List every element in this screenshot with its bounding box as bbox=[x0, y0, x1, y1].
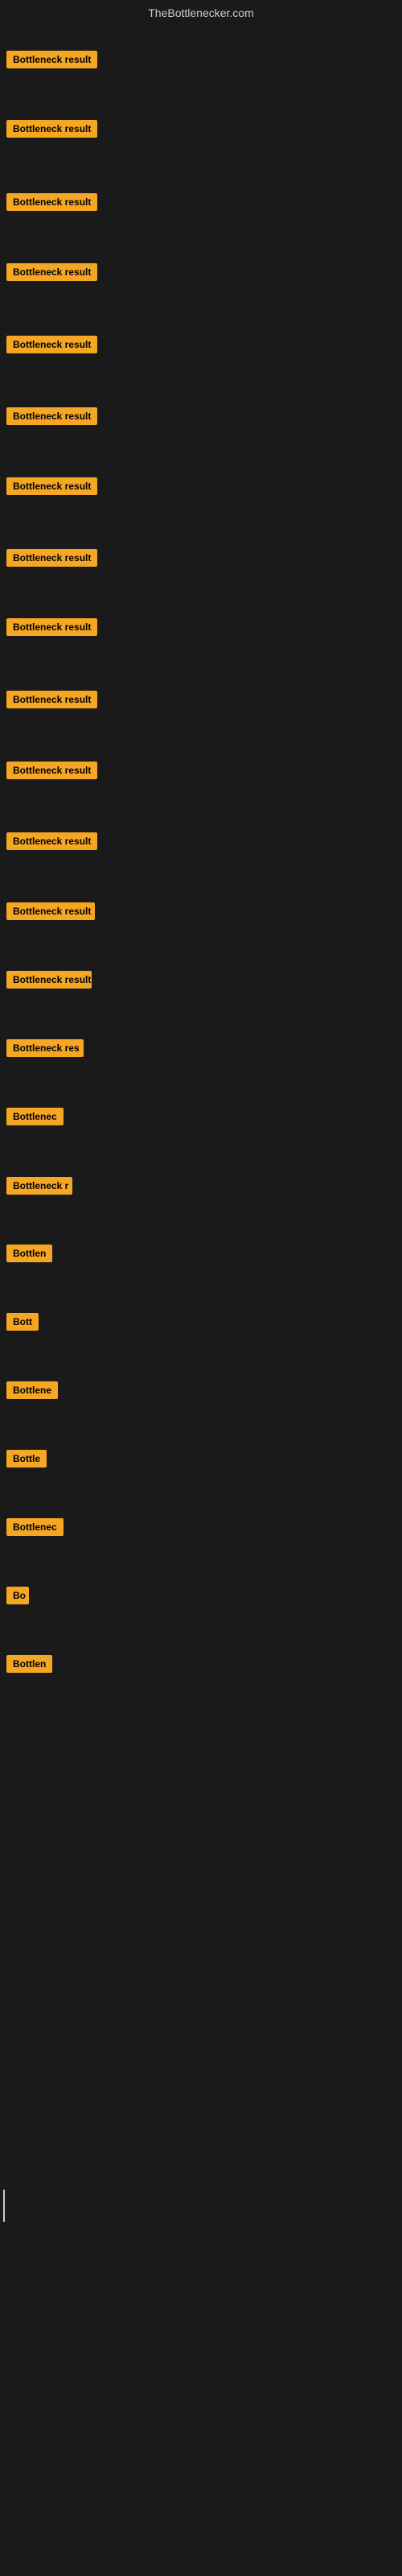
bottleneck-badge-22[interactable]: Bottlenec bbox=[6, 1518, 64, 1536]
bottleneck-badge-16[interactable]: Bottlenec bbox=[6, 1108, 64, 1125]
bottleneck-badge-24[interactable]: Bottlen bbox=[6, 1655, 52, 1673]
bottleneck-item-14: Bottleneck result bbox=[3, 966, 95, 993]
bottleneck-badge-1[interactable]: Bottleneck result bbox=[6, 51, 97, 68]
bottleneck-item-4: Bottleneck result bbox=[3, 258, 100, 286]
bottleneck-item-17: Bottleneck r bbox=[3, 1172, 76, 1199]
bottleneck-item-12: Bottleneck result bbox=[3, 828, 100, 855]
bottleneck-item-16: Bottlenec bbox=[3, 1103, 67, 1130]
bottleneck-item-7: Bottleneck result bbox=[3, 473, 100, 500]
bottleneck-item-5: Bottleneck result bbox=[3, 331, 100, 358]
bottleneck-badge-17[interactable]: Bottleneck r bbox=[6, 1177, 72, 1195]
bottleneck-badge-21[interactable]: Bottle bbox=[6, 1450, 47, 1468]
bottleneck-item-21: Bottle bbox=[3, 1445, 50, 1472]
bottleneck-badge-8[interactable]: Bottleneck result bbox=[6, 549, 97, 567]
bottleneck-badge-7[interactable]: Bottleneck result bbox=[6, 477, 97, 495]
bottleneck-badge-10[interactable]: Bottleneck result bbox=[6, 691, 97, 708]
cursor-line bbox=[3, 2190, 5, 2222]
bottleneck-item-9: Bottleneck result bbox=[3, 613, 100, 641]
bottleneck-item-19: Bott bbox=[3, 1308, 42, 1335]
bottleneck-item-18: Bottlen bbox=[3, 1240, 55, 1267]
bottleneck-item-23: Bo bbox=[3, 1582, 32, 1609]
bottleneck-badge-19[interactable]: Bott bbox=[6, 1313, 39, 1331]
bottleneck-item-22: Bottlenec bbox=[3, 1513, 67, 1541]
bottleneck-item-20: Bottlene bbox=[3, 1377, 61, 1404]
site-title: TheBottlenecker.com bbox=[0, 0, 402, 23]
bottleneck-item-24: Bottlen bbox=[3, 1650, 55, 1678]
bottleneck-item-10: Bottleneck result bbox=[3, 686, 100, 713]
bottleneck-item-11: Bottleneck result bbox=[3, 757, 100, 784]
bottleneck-item-15: Bottleneck res bbox=[3, 1034, 87, 1062]
bottleneck-badge-20[interactable]: Bottlene bbox=[6, 1381, 58, 1399]
bottleneck-badge-2[interactable]: Bottleneck result bbox=[6, 120, 97, 138]
bottleneck-badge-18[interactable]: Bottlen bbox=[6, 1245, 52, 1262]
bottleneck-badge-14[interactable]: Bottleneck result bbox=[6, 971, 92, 989]
bottleneck-badge-4[interactable]: Bottleneck result bbox=[6, 263, 97, 281]
bottleneck-item-2: Bottleneck result bbox=[3, 115, 100, 142]
bottleneck-badge-13[interactable]: Bottleneck result bbox=[6, 902, 95, 920]
bottleneck-badge-5[interactable]: Bottleneck result bbox=[6, 336, 97, 353]
bottleneck-item-8: Bottleneck result bbox=[3, 544, 100, 572]
bottleneck-item-6: Bottleneck result bbox=[3, 402, 100, 430]
bottleneck-badge-11[interactable]: Bottleneck result bbox=[6, 762, 97, 779]
bottleneck-item-3: Bottleneck result bbox=[3, 188, 100, 216]
site-header: TheBottlenecker.com bbox=[0, 0, 402, 23]
bottleneck-badge-9[interactable]: Bottleneck result bbox=[6, 618, 97, 636]
bottleneck-item-13: Bottleneck result bbox=[3, 898, 98, 925]
bottleneck-badge-12[interactable]: Bottleneck result bbox=[6, 832, 97, 850]
bottleneck-badge-15[interactable]: Bottleneck res bbox=[6, 1039, 84, 1057]
bottleneck-item-1: Bottleneck result bbox=[3, 46, 100, 73]
bottleneck-badge-6[interactable]: Bottleneck result bbox=[6, 407, 97, 425]
bottleneck-badge-23[interactable]: Bo bbox=[6, 1587, 29, 1604]
bottleneck-badge-3[interactable]: Bottleneck result bbox=[6, 193, 97, 211]
